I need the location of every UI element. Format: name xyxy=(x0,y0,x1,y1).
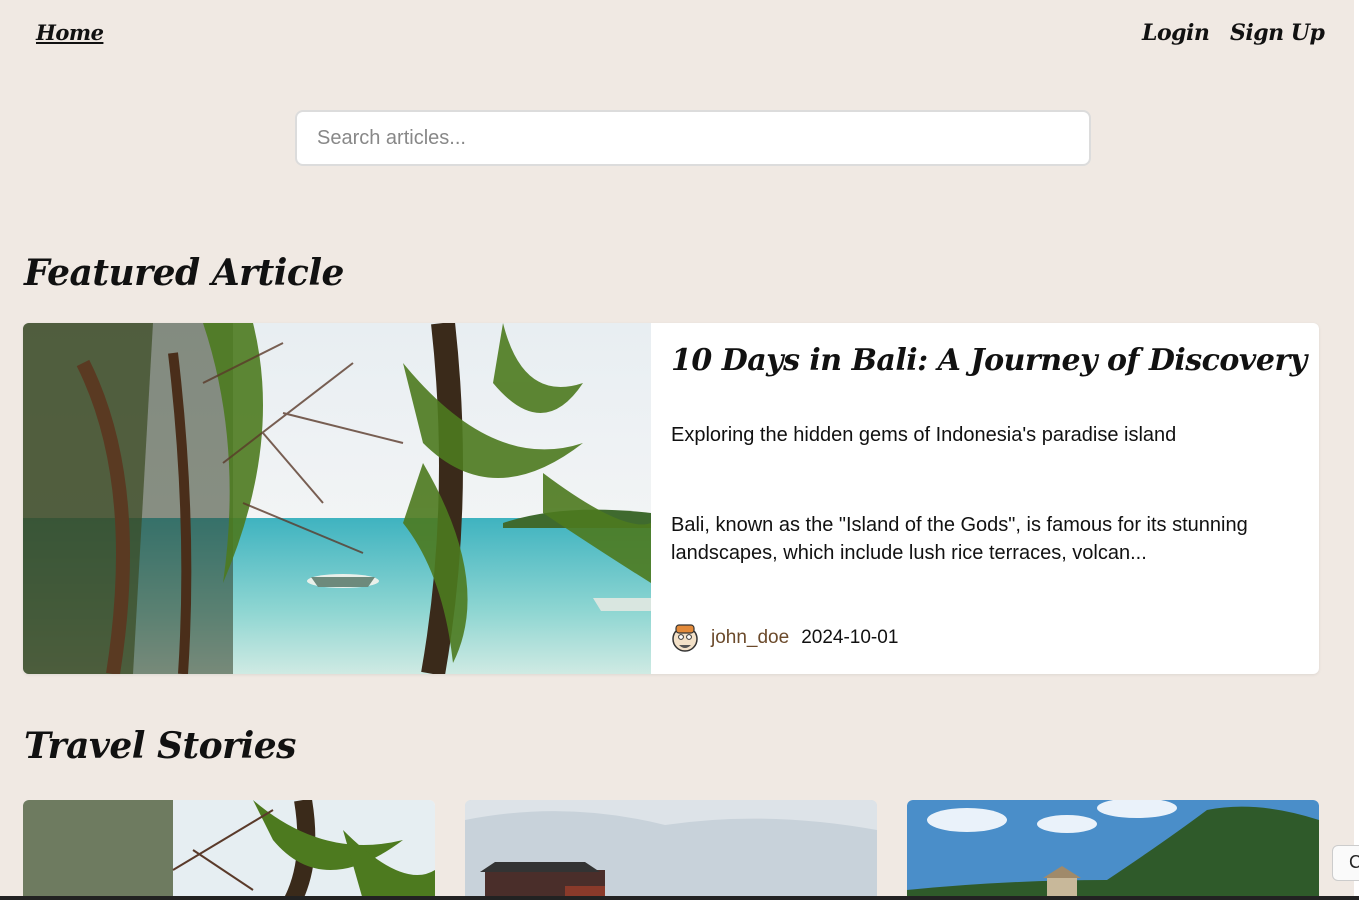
story-card-image xyxy=(23,800,435,900)
article-date: 2024-10-01 xyxy=(801,627,899,648)
window-bottom-edge xyxy=(0,896,1359,900)
travel-stories-heading: Travel Stories xyxy=(24,725,296,767)
story-card-image xyxy=(907,800,1319,900)
author-link[interactable]: john_doe xyxy=(711,627,789,649)
story-card[interactable] xyxy=(23,800,435,900)
featured-article-title[interactable]: 10 Days in Bali: A Journey of Discovery xyxy=(671,343,1307,378)
author-avatar-icon xyxy=(672,624,698,652)
featured-article-body: 10 Days in Bali: A Journey of Discovery … xyxy=(671,323,1319,674)
story-card-image xyxy=(465,800,877,900)
story-card[interactable] xyxy=(465,800,877,900)
home-link[interactable]: Home xyxy=(36,20,104,45)
signup-link[interactable]: Sign Up xyxy=(1230,20,1325,46)
featured-article-excerpt: Bali, known as the "Island of the Gods",… xyxy=(671,514,1248,564)
search-input[interactable] xyxy=(295,110,1091,166)
top-nav: Home Login Sign Up xyxy=(0,0,1359,70)
featured-heading: Featured Article xyxy=(24,252,344,294)
featured-article-card[interactable]: 10 Days in Bali: A Journey of Discovery … xyxy=(23,323,1319,674)
story-card[interactable] xyxy=(907,800,1319,900)
login-link[interactable]: Login xyxy=(1142,20,1210,46)
page-scrollbar[interactable] xyxy=(1354,0,1359,900)
article-meta: john_doe 2024-10-01 xyxy=(671,623,898,653)
corner-button[interactable]: C xyxy=(1332,845,1359,881)
featured-article-image[interactable] xyxy=(23,323,651,674)
featured-article-subtitle: Exploring the hidden gems of Indonesia's… xyxy=(671,424,1177,446)
